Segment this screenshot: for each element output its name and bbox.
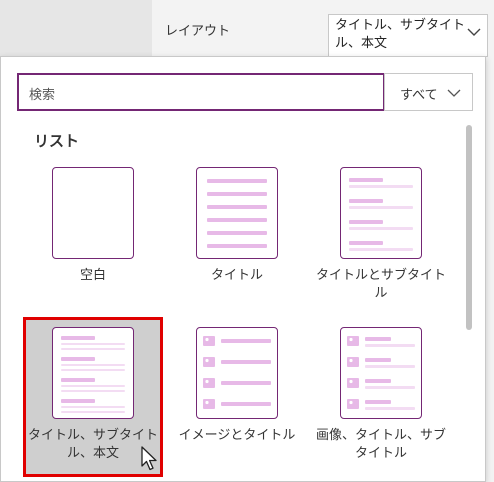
- chevron-down-icon: [467, 28, 481, 36]
- filter-value: すべて: [400, 88, 438, 103]
- blank-layout-icon: [52, 167, 134, 259]
- layout-property-dropdown[interactable]: タイトル、サブタイトル、本文: [328, 14, 488, 57]
- image-title-layout-icon: [196, 327, 278, 419]
- chevron-down-icon: [447, 89, 461, 97]
- layout-property-label: レイアウト: [165, 24, 231, 39]
- layout-tile-blank[interactable]: 空白: [23, 157, 163, 317]
- layout-tile-title[interactable]: タイトル: [167, 157, 307, 317]
- layout-property-value: タイトル、サブタイトル、本文: [335, 18, 466, 51]
- layout-picker-popup: 検索 すべて リスト 空白 タイトル タイトルとサブタイトル タイトル、サブタイ…: [0, 56, 486, 482]
- layout-tile-label: イメージとタイトル: [178, 428, 296, 443]
- layout-tile-label: タイトル: [210, 268, 263, 283]
- layout-tile-label: タイトルとサブタイトル: [315, 268, 446, 301]
- search-placeholder: 検索: [29, 88, 56, 103]
- scrollbar-thumb[interactable]: [466, 125, 472, 330]
- layout-tile-image-title-subtitle[interactable]: 画像、タイトル、サブタイトル: [311, 317, 451, 477]
- filter-dropdown[interactable]: すべて: [384, 73, 473, 111]
- layout-tile-title-subtitle[interactable]: タイトルとサブタイトル: [311, 157, 451, 317]
- image-title-subtitle-layout-icon: [340, 327, 422, 419]
- layout-tile-label: 画像、タイトル、サブタイトル: [315, 428, 446, 461]
- layout-tile-image-title[interactable]: イメージとタイトル: [167, 317, 307, 477]
- section-title: リスト: [34, 132, 80, 150]
- search-input[interactable]: 検索: [17, 73, 385, 111]
- mouse-pointer-icon: [141, 446, 157, 471]
- title-subtitle-layout-icon: [340, 167, 422, 259]
- layout-tile-label: 空白: [79, 268, 106, 283]
- title-layout-icon: [196, 167, 278, 259]
- title-subtitle-body-layout-icon: [52, 327, 134, 419]
